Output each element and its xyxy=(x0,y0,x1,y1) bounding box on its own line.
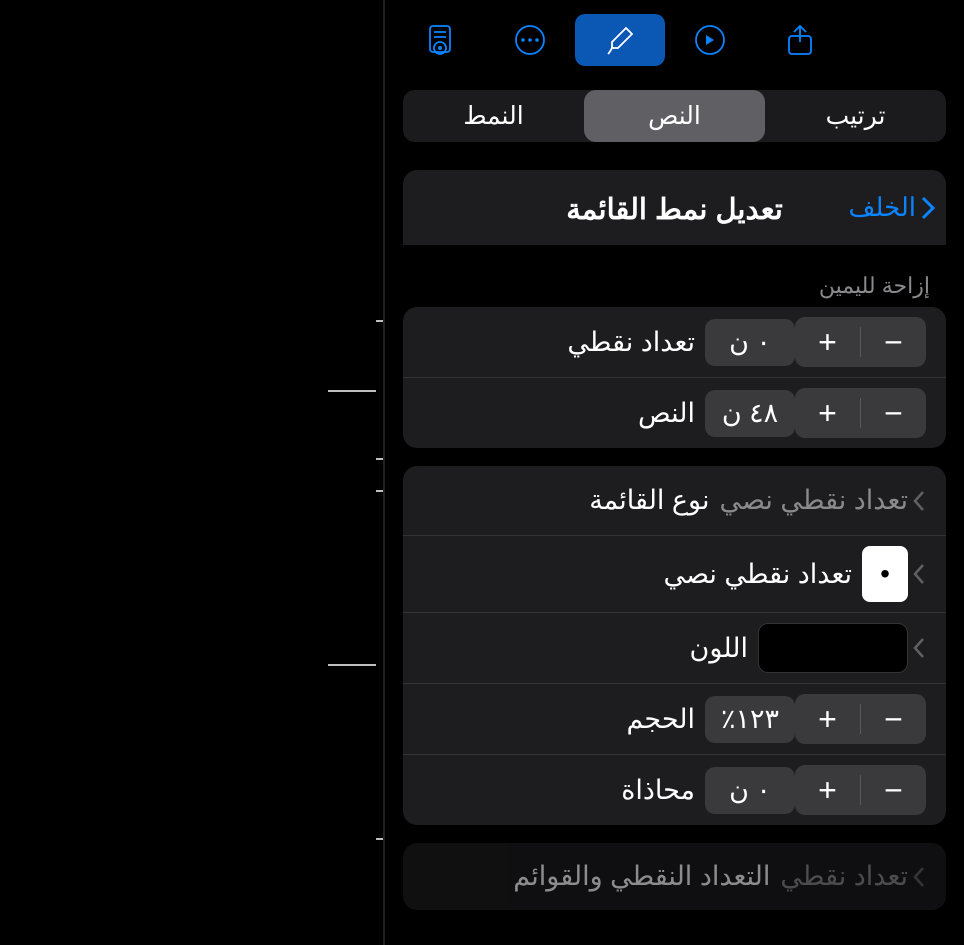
text-indent-row: النص ٤٨ ن − + xyxy=(403,378,946,448)
list-style-group: نوع القائمة تعداد نقطي نصي تعداد نقطي نص… xyxy=(403,466,946,825)
format-panel: النمط النص ترتيب الخلف تعديل نمط القائمة… xyxy=(383,0,964,945)
chevron-left-icon xyxy=(908,636,926,660)
bullets-lists-label: التعداد النقطي والقوائم xyxy=(423,861,770,892)
bullet-char: • xyxy=(880,558,890,590)
align-value: ٠ ن xyxy=(705,767,795,814)
paintbrush-icon xyxy=(602,22,638,58)
chevron-left-icon xyxy=(908,489,926,513)
size-decrease[interactable]: − xyxy=(861,694,926,744)
bullet-char-label: تعداد نقطي نصي xyxy=(423,559,852,590)
redo-icon xyxy=(692,22,728,58)
text-indent-value: ٤٨ ن xyxy=(705,390,795,437)
bullet-indent-value: ٠ ن xyxy=(705,319,795,366)
back-button[interactable]: الخلف xyxy=(849,192,946,223)
align-row: محاذاة ٠ ن − + xyxy=(403,755,946,825)
bullet-indent-increase[interactable]: + xyxy=(795,317,860,367)
size-increase[interactable]: + xyxy=(795,694,860,744)
tab-arrange[interactable]: ترتيب xyxy=(765,90,946,142)
callout-line-2 xyxy=(328,664,376,666)
toolbar xyxy=(385,0,964,80)
more-button[interactable] xyxy=(485,10,575,70)
format-button[interactable] xyxy=(575,14,665,66)
bullet-indent-label: تعداد نقطي xyxy=(423,327,695,358)
panel-header: الخلف تعديل نمط القائمة xyxy=(403,170,946,245)
size-label: الحجم xyxy=(423,704,695,735)
align-stepper: − + xyxy=(795,765,926,815)
color-swatch xyxy=(758,623,908,673)
share-icon xyxy=(784,22,816,58)
more-icon xyxy=(512,22,548,58)
format-tabs: النمط النص ترتيب xyxy=(385,80,964,142)
align-increase[interactable]: + xyxy=(795,765,860,815)
bullets-lists-value: تعداد نقطي xyxy=(780,861,908,892)
text-indent-label: النص xyxy=(423,398,695,429)
text-indent-decrease[interactable]: − xyxy=(861,388,926,438)
size-stepper: − + xyxy=(795,694,926,744)
color-label: اللون xyxy=(423,633,748,664)
bullet-char-row[interactable]: تعداد نقطي نصي • xyxy=(403,536,946,613)
bullet-indent-stepper: − + xyxy=(795,317,926,367)
list-type-value: تعداد نقطي نصي xyxy=(720,485,909,516)
bullets-lists-row[interactable]: التعداد النقطي والقوائم تعداد نقطي xyxy=(403,843,946,910)
size-row: الحجم ١٢٣٪ − + xyxy=(403,684,946,755)
document-view-button[interactable] xyxy=(395,10,485,70)
chevron-left-icon xyxy=(908,865,926,889)
list-type-row[interactable]: نوع القائمة تعداد نقطي نصي xyxy=(403,466,946,536)
align-decrease[interactable]: − xyxy=(861,765,926,815)
indent-section-label: إزاحة لليمين xyxy=(403,245,946,307)
color-row[interactable]: اللون xyxy=(403,613,946,684)
align-label: محاذاة xyxy=(423,775,695,806)
bullet-indent-decrease[interactable]: − xyxy=(861,317,926,367)
text-indent-stepper: − + xyxy=(795,388,926,438)
callout-line-1 xyxy=(328,390,376,392)
bullet-indent-row: تعداد نقطي ٠ ن − + xyxy=(403,307,946,378)
list-type-label: نوع القائمة xyxy=(423,485,710,516)
indent-group: تعداد نقطي ٠ ن − + النص ٤٨ ن − + xyxy=(403,307,946,448)
share-button[interactable] xyxy=(755,10,845,70)
bullet-preview: • xyxy=(862,546,908,602)
back-label: الخلف xyxy=(849,192,916,223)
chevron-left-icon xyxy=(908,562,926,586)
chevron-right-icon xyxy=(920,195,936,221)
tab-text[interactable]: النص xyxy=(584,90,765,142)
content: الخلف تعديل نمط القائمة إزاحة لليمين تعد… xyxy=(385,142,964,910)
tab-style[interactable]: النمط xyxy=(403,90,584,142)
size-value: ١٢٣٪ xyxy=(705,696,795,743)
document-view-icon xyxy=(422,22,458,58)
redo-button[interactable] xyxy=(665,10,755,70)
text-indent-increase[interactable]: + xyxy=(795,388,860,438)
